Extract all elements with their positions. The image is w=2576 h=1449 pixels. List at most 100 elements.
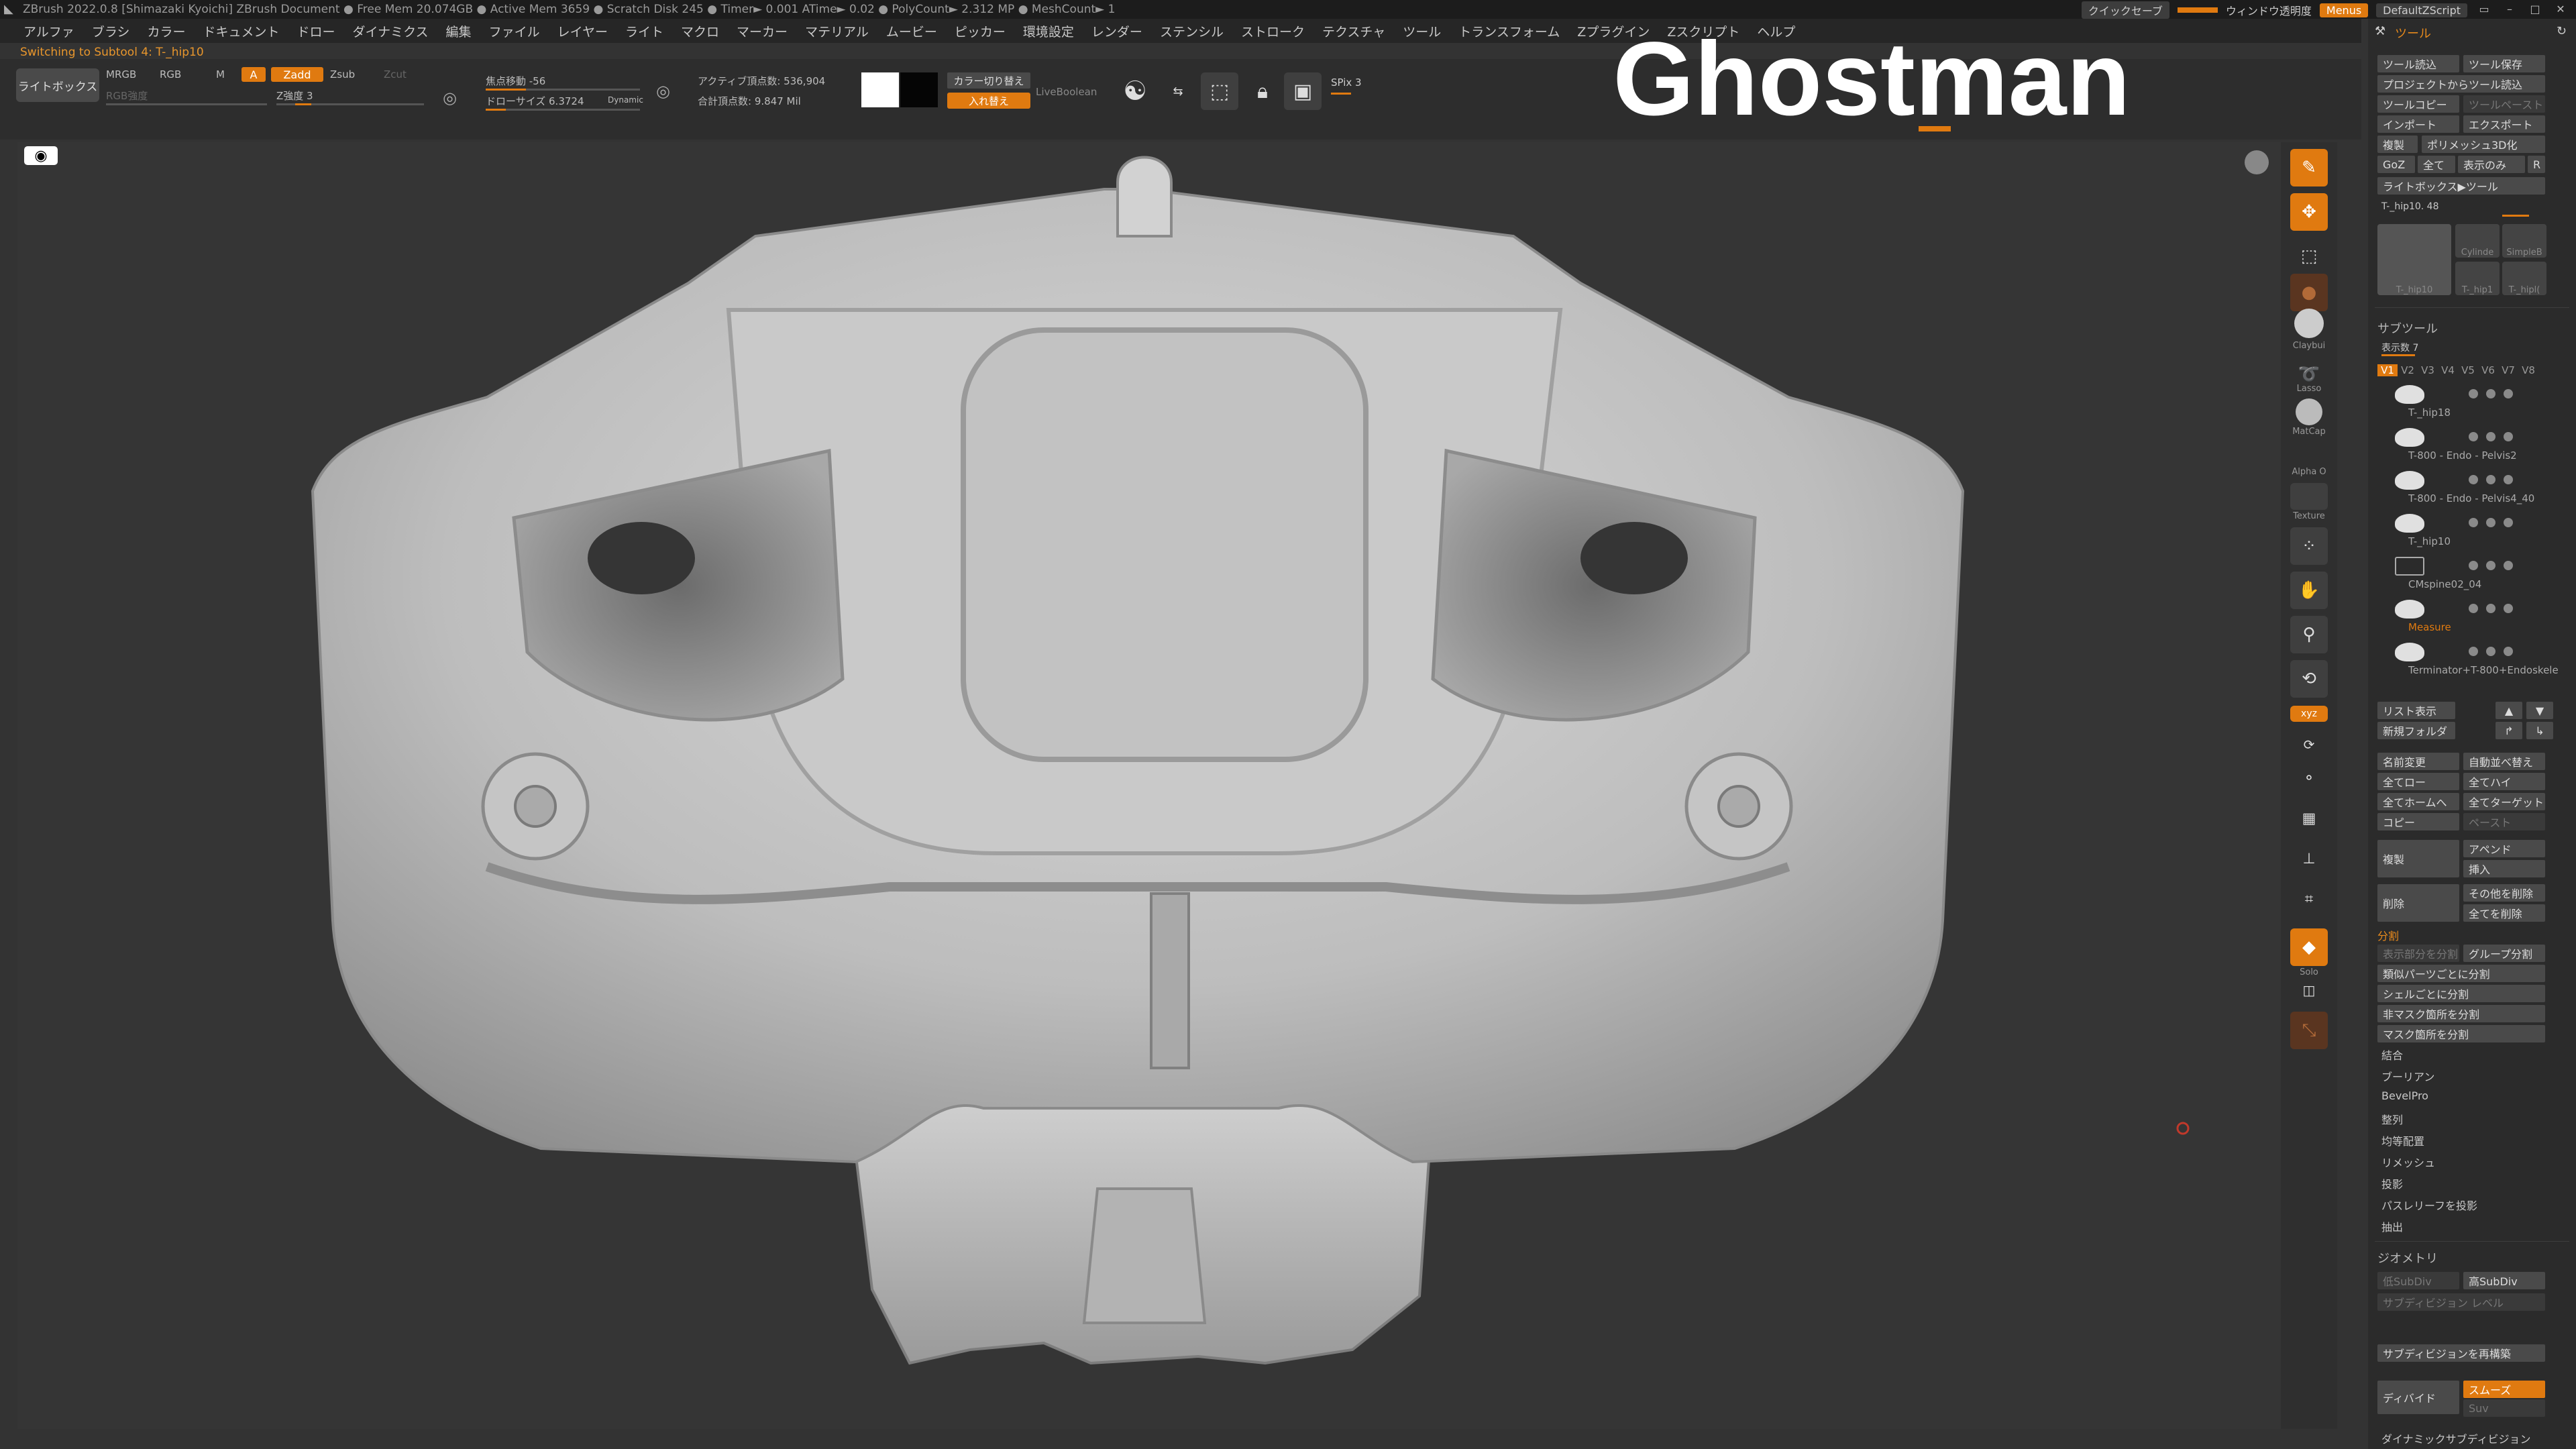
move-up-icon[interactable]: ▲: [2496, 702, 2522, 719]
all-low-button[interactable]: 全てロー: [2377, 773, 2459, 790]
subtool-toggle-icon[interactable]: [2486, 647, 2496, 656]
subtool-menu-item[interactable]: リメッシュ: [2381, 1154, 2435, 1170]
subtool-toggle-icon[interactable]: [2486, 604, 2496, 613]
visibility-eye-icon[interactable]: [2504, 647, 2513, 656]
scatter-icon[interactable]: ⁘: [2290, 527, 2328, 565]
menu-item[interactable]: マテリアル: [796, 22, 877, 40]
navigation-gizmo-icon[interactable]: [2245, 150, 2269, 174]
make-polymesh-button[interactable]: ポリメッシュ3D化: [2422, 136, 2545, 153]
copy-subtool-button[interactable]: コピー: [2377, 813, 2459, 830]
sculpt-model[interactable]: [17, 142, 2281, 1429]
goz-button[interactable]: GoZ: [2377, 156, 2415, 173]
move-gizmo-icon[interactable]: ✥: [2290, 193, 2328, 231]
visibility-eye-icon[interactable]: [2504, 432, 2513, 441]
bpr-render-icon[interactable]: ▣: [1284, 72, 1322, 110]
floor-icon[interactable]: ⊥: [2290, 840, 2328, 877]
menu-item[interactable]: ファイル: [480, 22, 549, 40]
subtool-menu-item[interactable]: 結合: [2381, 1046, 2403, 1063]
z-intensity-slider[interactable]: Z強度 3: [276, 89, 313, 103]
suv-toggle[interactable]: Suv: [2463, 1399, 2545, 1417]
version-tab-v5[interactable]: V5: [2458, 364, 2478, 376]
material-icon[interactable]: ●: [2290, 274, 2328, 311]
visibility-eye-icon[interactable]: [2504, 518, 2513, 527]
split-unmasked-button[interactable]: 非マスク箇所を分割: [2377, 1005, 2545, 1022]
frame-shelf-icon[interactable]: ⬚: [2290, 237, 2328, 275]
version-tab-v1[interactable]: V1: [2377, 364, 2398, 376]
subtool-toggle-icon[interactable]: [2486, 561, 2496, 570]
subtool-menu-item[interactable]: パスレリーフを投影: [2381, 1197, 2477, 1213]
divide-button[interactable]: ディバイド: [2377, 1381, 2459, 1414]
duplicate-button[interactable]: 複製: [2377, 840, 2459, 877]
subtool-toggle-icon[interactable]: [2469, 475, 2478, 484]
rotate-icon[interactable]: ⟲: [2290, 660, 2328, 698]
lightbox-tools-button[interactable]: ライトボックス▶ツール: [2377, 177, 2545, 195]
clay-brush-icon[interactable]: [2294, 309, 2324, 338]
menu-item[interactable]: ドキュメント: [194, 22, 288, 40]
default-zscript-button[interactable]: DefaultZScript: [2376, 3, 2467, 17]
rename-button[interactable]: 名前変更: [2377, 753, 2459, 770]
subtool-menu-item[interactable]: 整列: [2381, 1111, 2403, 1127]
polyf-icon[interactable]: ⚬: [2290, 759, 2328, 797]
version-tab-v2[interactable]: V2: [2398, 364, 2418, 376]
geometry-title[interactable]: ジオメトリ: [2377, 1249, 2438, 1267]
higher-subdiv-button[interactable]: 高SubDiv: [2463, 1272, 2545, 1289]
list-all-button[interactable]: リスト表示: [2377, 702, 2455, 719]
subtool-toggle-icon[interactable]: [2469, 432, 2478, 441]
visible-only-button[interactable]: 表示のみ: [2458, 156, 2525, 173]
version-tab-v8[interactable]: V8: [2518, 364, 2538, 376]
local-icon[interactable]: ⌗: [2290, 880, 2328, 918]
menu-item[interactable]: レイヤー: [549, 22, 616, 40]
version-tab-v6[interactable]: V6: [2478, 364, 2498, 376]
menu-item[interactable]: ステンシル: [1151, 22, 1232, 40]
clone-button[interactable]: 複製: [2377, 136, 2418, 153]
split-similar-parts-button[interactable]: 類似パーツごとに分割: [2377, 965, 2545, 982]
menu-item[interactable]: ドロー: [288, 22, 343, 40]
spix-slider[interactable]: SPix 3: [1331, 76, 1362, 89]
menu-item[interactable]: ツール: [1394, 22, 1450, 40]
import-button[interactable]: インポート: [2377, 115, 2459, 133]
maximize-icon[interactable]: □: [2526, 3, 2544, 17]
subtool-toggle-icon[interactable]: [2469, 604, 2478, 613]
arrow-down-right-icon[interactable]: ↳: [2526, 722, 2553, 739]
draw-size-track[interactable]: [486, 109, 640, 111]
live-boolean-button[interactable]: LiveBoolean: [1036, 86, 1097, 98]
rgb-intensity-slider[interactable]: RGB強度: [106, 89, 148, 103]
subtool-row[interactable]: T-_hip18: [2381, 381, 2569, 419]
delete-other-button[interactable]: その他を削除: [2463, 884, 2545, 902]
delete-all-button[interactable]: 全てを削除: [2463, 904, 2545, 922]
current-tool-slider[interactable]: T-_hip10. 48: [2381, 201, 2439, 212]
menu-item[interactable]: レンダー: [1083, 22, 1151, 40]
zadd-button[interactable]: Zadd: [271, 67, 323, 82]
load-tool-button[interactable]: ツール読込: [2377, 55, 2459, 72]
menu-item[interactable]: ストローク: [1232, 22, 1313, 40]
append-button[interactable]: アペンド: [2463, 840, 2545, 857]
smooth-toggle[interactable]: スムーズ: [2463, 1381, 2545, 1398]
secondary-color-swatch[interactable]: [900, 72, 938, 107]
visibility-eye-icon[interactable]: [2504, 604, 2513, 613]
close-icon[interactable]: ✕: [2552, 3, 2569, 17]
menu-item[interactable]: ピッカー: [946, 22, 1014, 40]
transparency-slider[interactable]: [2177, 7, 2218, 13]
menu-item[interactable]: ダイナミクス: [343, 22, 437, 40]
mrgb-button[interactable]: MRGB: [106, 68, 136, 80]
menu-item[interactable]: ムービー: [877, 22, 946, 40]
subtool-row[interactable]: Measure: [2381, 596, 2569, 633]
yinyang-icon[interactable]: ☯: [1116, 72, 1154, 110]
minimize-icon[interactable]: –: [2501, 3, 2518, 17]
layout-icon[interactable]: ▭: [2475, 3, 2493, 17]
focal-shift-icon[interactable]: ◎: [443, 89, 457, 107]
groups-split-button[interactable]: グループ分割: [2463, 945, 2545, 962]
copy-tool-button[interactable]: ツールコピー: [2377, 95, 2459, 113]
lower-subdiv-button[interactable]: 低SubDiv: [2377, 1272, 2459, 1289]
subtool-toggle-icon[interactable]: [2486, 389, 2496, 398]
arrow-up-right-icon[interactable]: ↱: [2496, 722, 2522, 739]
goz-r-button[interactable]: R: [2528, 156, 2545, 173]
tool-thumbnail-hip2[interactable]: T-_hipl(: [2502, 262, 2546, 295]
m-button[interactable]: M: [216, 68, 225, 80]
color-swap-button[interactable]: 入れ替え: [947, 93, 1030, 109]
visibility-eye-icon[interactable]: [2504, 475, 2513, 484]
subtool-toggle-icon[interactable]: [2486, 475, 2496, 484]
subtool-title[interactable]: サブツール: [2377, 319, 2438, 337]
paste-tool-button[interactable]: ツールペースト: [2463, 95, 2545, 113]
autoreorder-button[interactable]: 自動並べ替え: [2463, 753, 2545, 770]
